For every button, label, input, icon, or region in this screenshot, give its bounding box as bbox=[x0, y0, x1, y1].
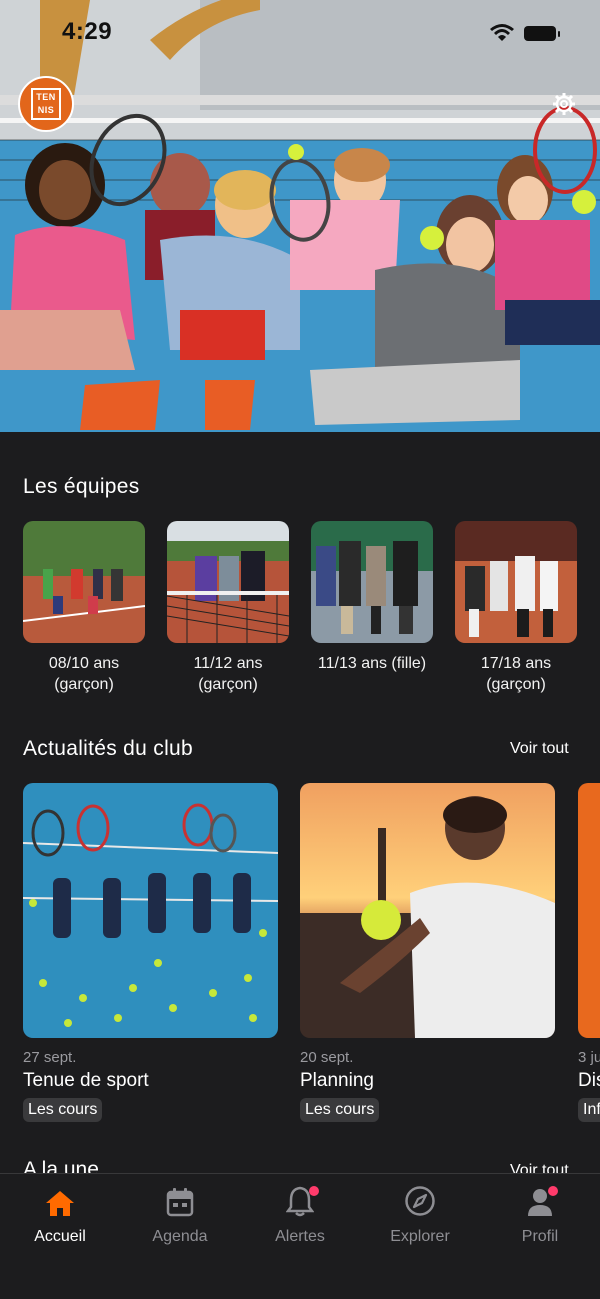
news-title: Dis bbox=[578, 1070, 600, 1091]
news-category-tag: Les cours bbox=[23, 1098, 103, 1122]
news-date: 27 sept. bbox=[23, 1049, 77, 1066]
news-date: 20 sept. bbox=[300, 1049, 354, 1066]
news-date: 3 ju bbox=[578, 1049, 600, 1066]
notification-badge bbox=[309, 1186, 319, 1196]
team-card[interactable]: 11/13 ans (fille) bbox=[311, 521, 433, 674]
team-label: 11/13 ans (fille) bbox=[317, 655, 427, 672]
tab-label: Alertes bbox=[275, 1228, 325, 1245]
team-card[interactable]: 17/18 ans (garçon) bbox=[455, 521, 577, 695]
home-icon bbox=[45, 1189, 75, 1222]
team-photo bbox=[167, 521, 289, 643]
calendar-icon bbox=[166, 1187, 194, 1222]
tab-profil[interactable]: Profil bbox=[480, 1186, 600, 1246]
status-bar: 4:29 bbox=[0, 0, 600, 66]
status-time: 4:29 bbox=[62, 18, 113, 45]
news-card[interactable]: 20 sept. Planning Les cours bbox=[300, 783, 555, 1122]
club-logo-text: TEN NIS bbox=[31, 88, 61, 120]
compass-icon bbox=[404, 1185, 436, 1222]
team-photo bbox=[455, 521, 577, 643]
tab-label: Accueil bbox=[34, 1228, 86, 1245]
tab-label: Profil bbox=[521, 1228, 559, 1245]
tab-agenda[interactable]: Agenda bbox=[120, 1188, 240, 1246]
news-image bbox=[300, 783, 555, 1038]
settings-gear-icon[interactable] bbox=[552, 92, 576, 121]
news-image bbox=[578, 783, 600, 1038]
battery-icon bbox=[524, 26, 560, 41]
team-label: 08/10 ans (garçon) bbox=[48, 655, 120, 693]
news-card[interactable]: 27 sept. Tenue de sport Les cours bbox=[23, 783, 278, 1122]
news-see-all-link[interactable]: Voir tout bbox=[510, 740, 569, 758]
tab-label: Explorer bbox=[390, 1228, 450, 1245]
tab-label: Agenda bbox=[152, 1228, 208, 1245]
teams-section-title: Les équipes bbox=[23, 475, 140, 498]
team-photo bbox=[23, 521, 145, 643]
tab-bar: Accueil Agenda Alertes Explorer Profil bbox=[0, 1173, 600, 1299]
club-logo[interactable]: TEN NIS bbox=[18, 76, 74, 132]
team-card[interactable]: 08/10 ans (garçon) bbox=[23, 521, 145, 695]
news-card[interactable]: 3 ju Dis Inf bbox=[578, 783, 600, 1122]
team-label: 11/12 ans (garçon) bbox=[193, 655, 263, 693]
news-section-title: Actualités du club bbox=[23, 737, 193, 760]
wifi-icon bbox=[490, 24, 514, 47]
team-label: 17/18 ans (garçon) bbox=[480, 655, 552, 693]
news-title: Planning bbox=[300, 1070, 374, 1091]
news-category-tag: Les cours bbox=[300, 1098, 380, 1122]
tab-explorer[interactable]: Explorer bbox=[360, 1185, 480, 1246]
tab-alertes[interactable]: Alertes bbox=[240, 1186, 360, 1246]
team-card[interactable]: 11/12 ans (garçon) bbox=[167, 521, 289, 695]
news-image bbox=[23, 783, 278, 1038]
tab-accueil[interactable]: Accueil bbox=[0, 1188, 120, 1246]
team-photo bbox=[311, 521, 433, 643]
notification-badge bbox=[548, 1186, 558, 1196]
news-title: Tenue de sport bbox=[23, 1070, 149, 1091]
news-category-tag: Inf bbox=[578, 1098, 600, 1122]
